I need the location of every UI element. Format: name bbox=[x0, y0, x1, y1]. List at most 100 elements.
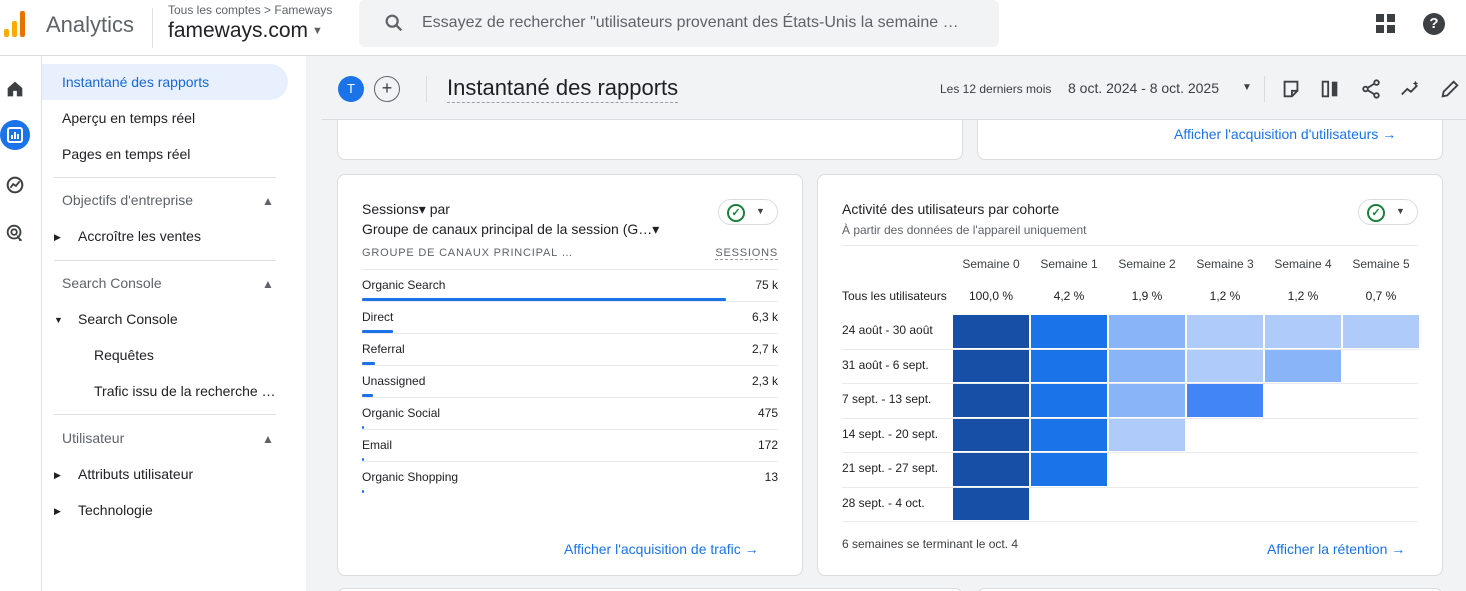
section-business-objectives[interactable]: Objectifs d'entreprise bbox=[62, 192, 193, 208]
view-user-acquisition-link[interactable]: Afficher l'acquisition d'utilisateurs → bbox=[1174, 126, 1396, 142]
help-icon[interactable]: ? bbox=[1423, 13, 1445, 35]
cohort-cell[interactable] bbox=[1265, 349, 1341, 382]
chevron-up-icon[interactable]: ▲ bbox=[262, 432, 274, 446]
edit-pencil-icon[interactable] bbox=[1439, 78, 1461, 100]
page-title: Instantané des rapports bbox=[447, 75, 679, 103]
insights-note-icon[interactable] bbox=[1280, 78, 1302, 100]
chevron-down-icon[interactable]: ▼ bbox=[1242, 82, 1252, 93]
share-icon[interactable] bbox=[1360, 78, 1382, 100]
sidebar-item-technology[interactable]: Technologie bbox=[78, 502, 153, 518]
insights-sparkle-icon[interactable] bbox=[1399, 78, 1421, 100]
explore-icon[interactable] bbox=[4, 174, 26, 196]
sidebar-item-grow-sales[interactable]: Accroître les ventes bbox=[78, 228, 201, 244]
cohort-title: Activité des utilisateurs par cohorte bbox=[842, 201, 1060, 217]
cohort-cell[interactable] bbox=[953, 418, 1029, 451]
chevron-up-icon[interactable]: ▲ bbox=[262, 277, 274, 291]
cohort-cell[interactable] bbox=[1265, 315, 1341, 348]
table-row[interactable]: Organic Search 75 k bbox=[362, 269, 778, 301]
dimension-selector[interactable]: Groupe de canaux principal de la session… bbox=[362, 221, 659, 238]
cohort-cell[interactable] bbox=[953, 315, 1029, 348]
cohort-cell[interactable] bbox=[1343, 315, 1419, 348]
sidebar-item-queries[interactable]: Requêtes bbox=[94, 347, 154, 363]
avatar[interactable]: T bbox=[338, 76, 364, 102]
date-range-value[interactable]: 8 oct. 2024 - 8 oct. 2025 bbox=[1068, 80, 1219, 96]
cohort-cell[interactable] bbox=[1109, 315, 1185, 348]
cohort-cell[interactable] bbox=[953, 349, 1029, 382]
sidebar-item-user-attributes[interactable]: Attributs utilisateur bbox=[78, 466, 193, 482]
cohort-cell[interactable] bbox=[1109, 349, 1185, 382]
table-row[interactable]: Organic Shopping 13 bbox=[362, 461, 778, 493]
column-header-sessions[interactable]: SESSIONS bbox=[715, 247, 778, 260]
divider bbox=[426, 76, 427, 102]
table-row[interactable]: Referral 2,7 k bbox=[362, 333, 778, 365]
week-header: Semaine 2 bbox=[1118, 257, 1176, 271]
sessions-value: 6,3 k bbox=[751, 310, 778, 324]
cohort-cell[interactable] bbox=[953, 487, 1029, 520]
chevron-up-icon[interactable]: ▲ bbox=[262, 194, 274, 208]
chevron-down-icon: ▼ bbox=[1396, 206, 1405, 216]
analytics-logo-icon[interactable] bbox=[2, 9, 30, 37]
section-user[interactable]: Utilisateur bbox=[62, 430, 124, 446]
search-bar[interactable]: Essayez de rechercher "utilisateurs prov… bbox=[359, 0, 999, 47]
cohort-footer: 6 semaines se terminant le oct. 4 bbox=[842, 537, 1019, 551]
view-retention-link[interactable]: Afficher la rétention → bbox=[1267, 541, 1405, 557]
sidebar-item-reports-snapshot[interactable]: Instantané des rapports bbox=[62, 74, 209, 90]
view-traffic-acquisition-link[interactable]: Afficher l'acquisition de trafic → bbox=[564, 541, 759, 557]
divider bbox=[54, 260, 276, 261]
cohort-cell[interactable] bbox=[1109, 418, 1185, 451]
expand-arrow-icon[interactable]: ▶ bbox=[54, 506, 61, 517]
date-range-label[interactable]: Les 12 derniers mois bbox=[940, 82, 1051, 96]
chevron-down-icon: ▼ bbox=[312, 25, 323, 38]
cohort-cell[interactable] bbox=[1109, 384, 1185, 417]
table-row[interactable]: Organic Social 475 bbox=[362, 397, 778, 429]
cohort-cell[interactable] bbox=[1031, 418, 1107, 451]
retention-percent: 4,2 % bbox=[1053, 289, 1085, 303]
retention-percent: 1,2 % bbox=[1209, 289, 1241, 303]
home-icon[interactable] bbox=[4, 78, 26, 100]
data-quality-button[interactable]: ✓ ▼ bbox=[1358, 199, 1418, 225]
sessions-bar bbox=[362, 490, 364, 493]
cohort-cell[interactable] bbox=[953, 453, 1029, 486]
reports-icon[interactable] bbox=[0, 120, 30, 150]
channel-label: Organic Social bbox=[362, 406, 441, 420]
section-search-console[interactable]: Search Console bbox=[62, 275, 162, 291]
retention-percent: 1,2 % bbox=[1287, 289, 1319, 303]
cohort-cell[interactable] bbox=[1187, 349, 1263, 382]
cohort-cell[interactable] bbox=[1031, 453, 1107, 486]
retention-percent: 0,7 % bbox=[1365, 289, 1397, 303]
cohort-row-label: 31 août - 6 sept. bbox=[842, 357, 929, 372]
cohort-cell[interactable] bbox=[1031, 384, 1107, 417]
sidebar-item-realtime-pages[interactable]: Pages en temps réel bbox=[62, 146, 190, 162]
sessions-value: 2,7 k bbox=[751, 342, 778, 356]
cohort-cell[interactable] bbox=[953, 384, 1029, 417]
apps-grid-icon[interactable] bbox=[1376, 14, 1396, 34]
sidebar-item-search-traffic[interactable]: Trafic issu de la recherche … bbox=[94, 383, 276, 399]
table-row[interactable]: Direct 6,3 k bbox=[362, 301, 778, 333]
property-selector[interactable]: fameways.com ▼ bbox=[168, 19, 323, 43]
account-breadcrumb[interactable]: Tous les comptes > Fameways bbox=[168, 3, 332, 17]
cohort-cell[interactable] bbox=[1187, 384, 1263, 417]
sessions-value: 13 bbox=[764, 470, 778, 484]
left-rail bbox=[0, 56, 42, 591]
cohort-cell[interactable] bbox=[1031, 349, 1107, 382]
divider bbox=[842, 486, 1418, 488]
add-comparison-button[interactable]: + bbox=[374, 76, 400, 102]
table-row[interactable]: Unassigned 2,3 k bbox=[362, 365, 778, 397]
cohort-cell[interactable] bbox=[1187, 315, 1263, 348]
expand-arrow-icon[interactable]: ▶ bbox=[54, 232, 61, 243]
column-header-channel: GROUPE DE CANAUX PRINCIPAL … bbox=[362, 247, 574, 259]
sidebar-item-search-console[interactable]: Search Console bbox=[78, 311, 178, 327]
table-row[interactable]: Email 172 bbox=[362, 429, 778, 461]
cohort-row-label: 24 août - 30 août bbox=[842, 323, 933, 337]
channel-label: Referral bbox=[362, 342, 405, 356]
expand-arrow-icon[interactable]: ▶ bbox=[54, 470, 61, 481]
collapse-arrow-icon[interactable]: ▼ bbox=[54, 315, 63, 325]
sidebar-item-realtime-overview[interactable]: Aperçu en temps réel bbox=[62, 110, 195, 126]
compare-icon[interactable] bbox=[1319, 78, 1341, 100]
metric-selector[interactable]: Sessions▾ par bbox=[362, 201, 450, 218]
advertising-icon[interactable] bbox=[4, 222, 26, 244]
divider bbox=[842, 452, 1418, 453]
cohort-cell[interactable] bbox=[1031, 315, 1107, 348]
data-quality-button[interactable]: ✓ ▼ bbox=[718, 199, 778, 225]
divider bbox=[842, 245, 1418, 246]
